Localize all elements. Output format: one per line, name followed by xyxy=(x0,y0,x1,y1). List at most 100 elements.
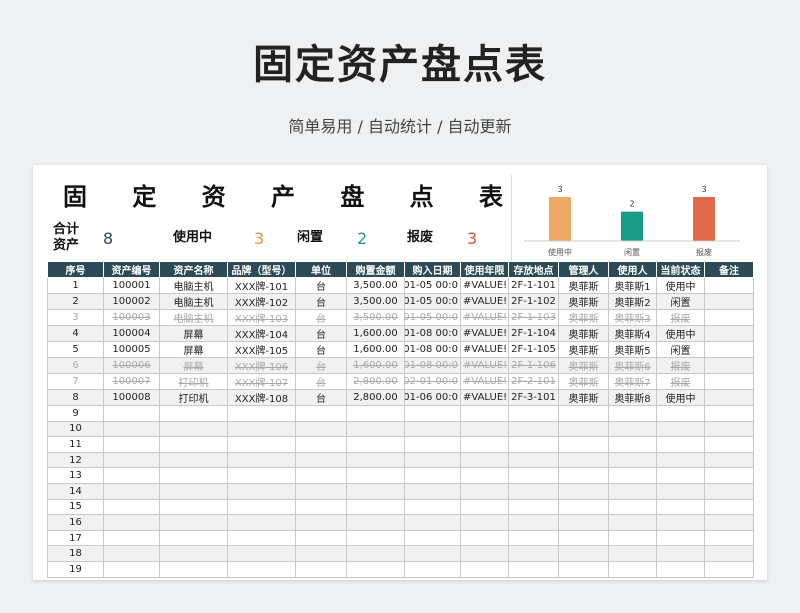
table-row[interactable]: 12 xyxy=(47,451,754,469)
table-row[interactable]: 4100004屏幕XXX牌-104台1,600.00X-01-08 00:0#V… xyxy=(47,325,754,342)
table-cell[interactable] xyxy=(608,560,657,578)
table-cell[interactable]: 奥菲斯 xyxy=(558,389,609,406)
column-header[interactable]: 使用年限 xyxy=(460,261,509,278)
table-cell[interactable] xyxy=(295,467,347,484)
table-cell[interactable]: 5 xyxy=(47,341,104,358)
table-cell[interactable]: 14 xyxy=(47,482,104,500)
table-cell[interactable] xyxy=(608,545,657,562)
table-cell[interactable] xyxy=(508,560,559,578)
table-cell[interactable] xyxy=(295,420,347,438)
table-cell[interactable] xyxy=(704,498,754,516)
table-cell[interactable] xyxy=(346,498,405,516)
table-cell[interactable] xyxy=(460,514,509,531)
table-cell[interactable] xyxy=(346,436,405,453)
table-cell[interactable]: 7 xyxy=(47,373,104,390)
table-cell[interactable] xyxy=(404,405,461,422)
table-cell[interactable] xyxy=(295,560,347,578)
table-row[interactable]: 19 xyxy=(47,560,754,578)
table-cell[interactable]: X-02-01 00:0 xyxy=(404,373,461,390)
table-cell[interactable] xyxy=(346,467,405,484)
table-cell[interactable] xyxy=(704,467,754,484)
table-cell[interactable]: X-01-05 00:0 xyxy=(404,309,461,326)
table-cell[interactable]: 18 xyxy=(47,545,104,562)
table-cell[interactable]: 使用中 xyxy=(656,389,705,406)
table-cell[interactable]: 屏幕 xyxy=(159,357,228,374)
table-cell[interactable]: 1,600.00 xyxy=(346,325,405,342)
table-cell[interactable] xyxy=(227,498,296,516)
table-cell[interactable] xyxy=(704,529,754,547)
table-cell[interactable] xyxy=(295,482,347,500)
table-cell[interactable]: 3,500.00 xyxy=(346,309,405,326)
table-cell[interactable]: 11 xyxy=(47,436,104,453)
table-cell[interactable] xyxy=(404,451,461,469)
table-cell[interactable] xyxy=(704,436,754,453)
table-cell[interactable]: 使用中 xyxy=(656,325,705,342)
table-cell[interactable] xyxy=(404,482,461,500)
table-row[interactable]: 9 xyxy=(47,405,754,422)
table-cell[interactable]: X-01-08 00:0 xyxy=(404,341,461,358)
table-cell[interactable]: XXX牌-105 xyxy=(227,341,296,358)
table-cell[interactable] xyxy=(103,560,160,578)
table-cell[interactable] xyxy=(404,467,461,484)
table-cell[interactable] xyxy=(558,514,609,531)
table-cell[interactable] xyxy=(346,451,405,469)
table-cell[interactable] xyxy=(704,405,754,422)
table-cell[interactable] xyxy=(346,482,405,500)
table-cell[interactable] xyxy=(460,451,509,469)
table-cell[interactable] xyxy=(227,560,296,578)
table-cell[interactable]: 4 xyxy=(47,325,104,342)
table-cell[interactable] xyxy=(103,482,160,500)
table-cell[interactable] xyxy=(558,560,609,578)
column-header[interactable]: 品牌（型号） xyxy=(227,261,296,278)
table-cell[interactable] xyxy=(404,560,461,578)
table-cell[interactable] xyxy=(227,514,296,531)
summary-total[interactable]: 合计资产 8 xyxy=(53,217,173,259)
table-cell[interactable] xyxy=(404,545,461,562)
table-cell[interactable] xyxy=(704,309,754,326)
table-cell[interactable] xyxy=(608,420,657,438)
table-cell[interactable]: 电脑主机 xyxy=(159,277,228,294)
table-cell[interactable]: 2F-1-102 xyxy=(508,293,559,310)
table-cell[interactable] xyxy=(460,467,509,484)
table-cell[interactable] xyxy=(656,467,705,484)
table-cell[interactable]: 打印机 xyxy=(159,389,228,406)
table-cell[interactable] xyxy=(404,529,461,547)
table-row[interactable]: 2100002电脑主机XXX牌-102台3,500.00X-01-05 00:0… xyxy=(47,293,754,310)
table-cell[interactable] xyxy=(103,498,160,516)
table-cell[interactable]: 闲置 xyxy=(656,293,705,310)
table-cell[interactable] xyxy=(608,467,657,484)
table-row[interactable]: 10 xyxy=(47,420,754,438)
table-cell[interactable]: 100004 xyxy=(103,325,160,342)
table-cell[interactable]: 台 xyxy=(295,389,347,406)
table-row[interactable]: 13 xyxy=(47,467,754,484)
table-cell[interactable] xyxy=(159,436,228,453)
table-cell[interactable]: 2F-1-104 xyxy=(508,325,559,342)
table-cell[interactable]: XXX牌-107 xyxy=(227,373,296,390)
table-cell[interactable] xyxy=(704,357,754,374)
table-cell[interactable]: #VALUE! xyxy=(460,389,509,406)
table-cell[interactable] xyxy=(460,498,509,516)
table-row[interactable]: 11 xyxy=(47,436,754,453)
table-cell[interactable]: 3,500.00 xyxy=(346,293,405,310)
table-cell[interactable]: 100008 xyxy=(103,389,160,406)
table-row[interactable]: 8100008打印机XXX牌-108台2,800.00X-01-06 00:0#… xyxy=(47,389,754,406)
table-cell[interactable]: 台 xyxy=(295,373,347,390)
table-cell[interactable]: 台 xyxy=(295,357,347,374)
table-cell[interactable] xyxy=(295,545,347,562)
table-cell[interactable]: 电脑主机 xyxy=(159,309,228,326)
table-cell[interactable] xyxy=(460,436,509,453)
table-cell[interactable] xyxy=(704,389,754,406)
table-cell[interactable] xyxy=(656,451,705,469)
table-cell[interactable]: 2,800.00 xyxy=(346,389,405,406)
table-cell[interactable] xyxy=(508,498,559,516)
table-cell[interactable] xyxy=(159,482,228,500)
table-cell[interactable]: 1,600.00 xyxy=(346,341,405,358)
table-cell[interactable] xyxy=(656,498,705,516)
table-cell[interactable] xyxy=(404,436,461,453)
table-cell[interactable]: 打印机 xyxy=(159,373,228,390)
table-cell[interactable]: 报废 xyxy=(656,373,705,390)
table-cell[interactable] xyxy=(227,482,296,500)
table-row[interactable]: 6100006屏幕XXX牌-106台1,600.00X-01-08 00:0#V… xyxy=(47,357,754,374)
table-cell[interactable] xyxy=(608,451,657,469)
table-cell[interactable]: 3,500.00 xyxy=(346,277,405,294)
